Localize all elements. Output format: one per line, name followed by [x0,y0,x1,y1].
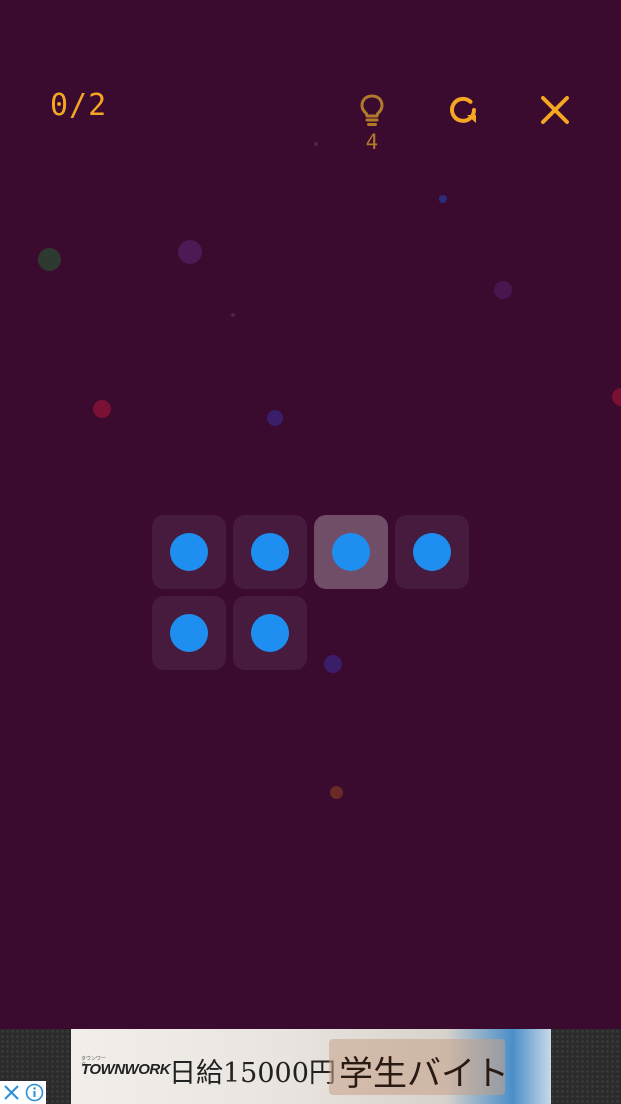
background-particle [231,313,235,317]
background-particle [612,388,621,406]
background-particle [324,655,342,673]
background-particle [178,240,202,264]
close-icon [541,96,569,124]
background-particle [330,786,343,799]
board-cell-r0-c1[interactable] [233,515,307,589]
board-cell-r0-c2[interactable] [314,515,388,589]
board-cell-r0-c3[interactable] [395,515,469,589]
background-particle [93,400,111,418]
close-icon [4,1085,19,1100]
blue-dot [413,533,451,571]
lightbulb-icon [360,94,384,126]
blue-dot [251,533,289,571]
background-particle [494,281,512,299]
score-counter: 0/2 [50,88,108,123]
ad-wage-text: 日給15000円 [169,1058,336,1089]
background-particle [267,410,283,426]
ad-tag: 学生バイト [329,1039,509,1095]
blue-dot [170,614,208,652]
game-screen: 0/2 4 タウンワーク TOWNWORK 日給15000円 学生バイト [0,0,621,1104]
restart-button[interactable] [443,90,483,130]
blue-dot [332,533,370,571]
board-cell-r0-c0[interactable] [152,515,226,589]
ad-tagline: 学生バイト [339,1054,509,1094]
blue-dot [251,614,289,652]
background-particle [38,248,61,271]
info-icon [25,1083,44,1102]
background-particle [439,195,447,203]
ad-close-button[interactable] [0,1081,23,1104]
close-button[interactable] [535,90,575,130]
ad-banner[interactable]: タウンワーク TOWNWORK 日給15000円 学生バイト [71,1029,551,1104]
board-cell-r1-c0[interactable] [152,596,226,670]
hint-count: 4 [365,130,379,154]
board-cell-r1-c1[interactable] [233,596,307,670]
ad-info-button[interactable] [23,1081,46,1104]
blue-dot [170,533,208,571]
hint-button[interactable]: 4 [352,92,392,156]
ad-brand-logo: TOWNWORK [81,1061,171,1078]
ad-bar: タウンワーク TOWNWORK 日給15000円 学生バイト [0,1029,621,1104]
restart-icon [450,96,476,123]
background-particle [314,142,318,146]
